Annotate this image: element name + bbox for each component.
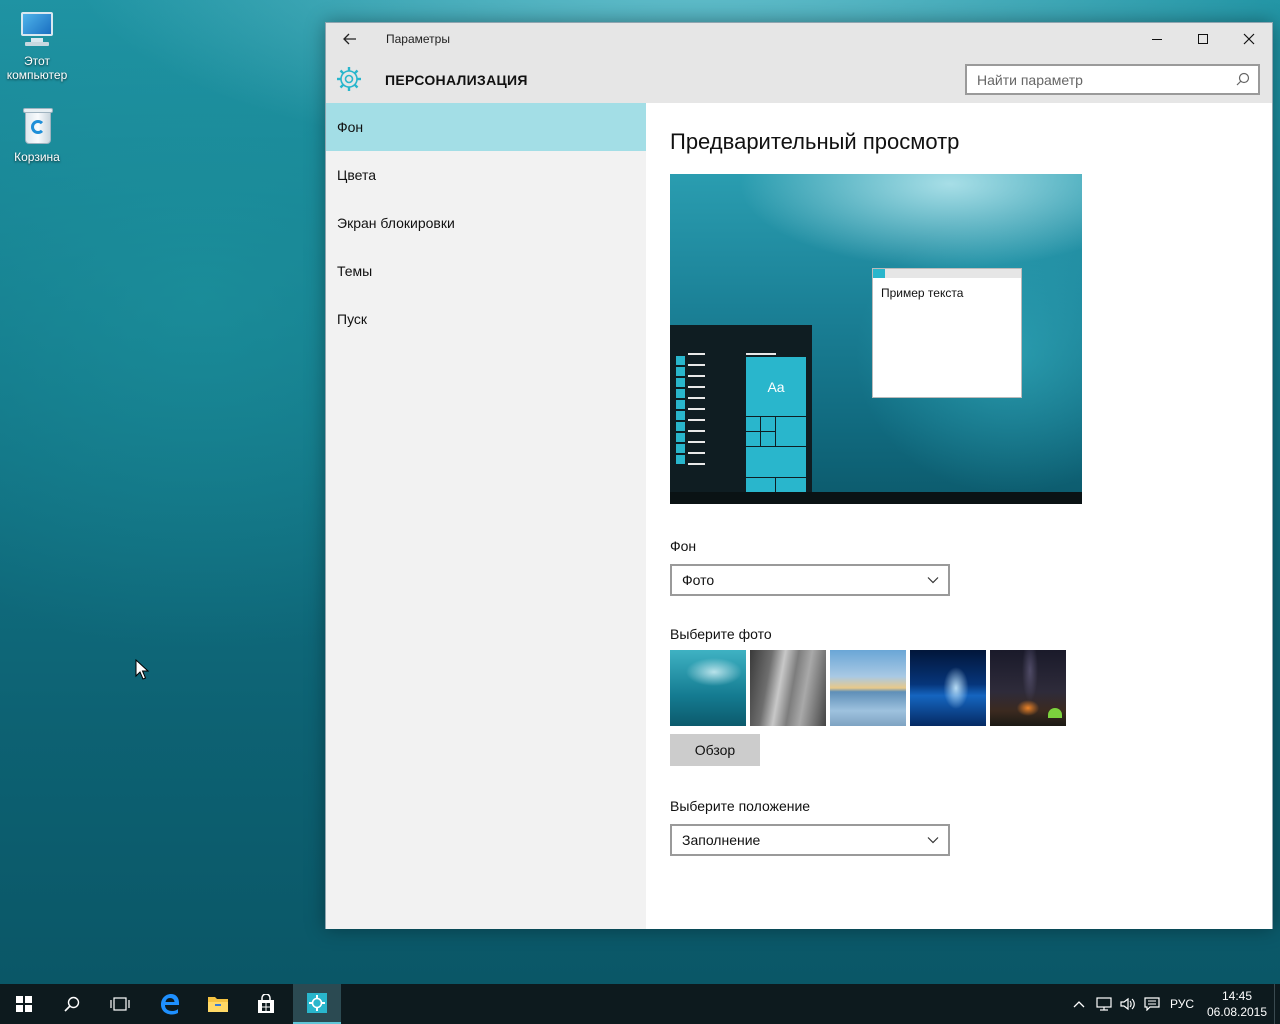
desktop-icon-recycle-bin[interactable]: Корзина <box>0 106 74 164</box>
settings-gear-icon <box>307 993 327 1013</box>
notification-icon <box>1144 997 1160 1011</box>
close-button[interactable] <box>1226 23 1272 55</box>
search-icon <box>64 996 80 1012</box>
chevron-down-icon <box>927 577 939 584</box>
search-icon[interactable] <box>1236 72 1250 86</box>
input-language[interactable]: РУС <box>1165 984 1199 1024</box>
main-content: Предварительный просмотр Aa Пример текст… <box>646 103 1272 929</box>
background-label: Фон <box>670 538 697 554</box>
computer-icon <box>17 10 57 50</box>
preview-tile-text: Aa <box>767 379 785 395</box>
chevron-down-icon <box>927 837 939 844</box>
preview-window: Пример текста <box>872 268 1022 398</box>
photo-thumbnail[interactable] <box>830 650 906 726</box>
choose-photo-label: Выберите фото <box>670 626 772 642</box>
sidebar-item-colors[interactable]: Цвета <box>326 151 646 199</box>
photo-thumbnail[interactable] <box>910 650 986 726</box>
minimize-button[interactable] <box>1134 23 1180 55</box>
edge-icon <box>161 994 179 1015</box>
preview-heading: Предварительный просмотр <box>670 129 960 154</box>
maximize-button[interactable] <box>1180 23 1226 55</box>
windows-logo-icon <box>16 996 32 1012</box>
back-arrow-icon <box>343 33 356 45</box>
start-button[interactable] <box>0 984 48 1024</box>
background-dropdown[interactable]: Фото <box>670 564 950 596</box>
photo-thumbnail[interactable] <box>750 650 826 726</box>
file-explorer-button[interactable] <box>194 984 242 1024</box>
task-view-button[interactable] <box>96 984 144 1024</box>
preview-tiles: Aa <box>746 357 806 492</box>
close-icon <box>1243 33 1255 45</box>
sidebar-item-background[interactable]: Фон <box>326 103 646 151</box>
back-button[interactable] <box>334 23 366 55</box>
network-icon <box>1096 997 1112 1011</box>
search-input[interactable] <box>967 66 1217 93</box>
store-button[interactable] <box>242 984 290 1024</box>
edge-button[interactable] <box>146 984 194 1024</box>
chevron-up-icon <box>1073 1001 1085 1008</box>
clock-time: 14:45 <box>1221 989 1253 1003</box>
action-center-button[interactable] <box>1141 984 1163 1024</box>
store-icon <box>258 994 274 1013</box>
page-title: ПЕРСОНАЛИЗАЦИЯ <box>385 72 528 88</box>
sidebar: Фон Цвета Экран блокировки Темы Пуск <box>326 103 646 929</box>
sidebar-item-themes[interactable]: Темы <box>326 247 646 295</box>
task-view-icon <box>110 997 130 1011</box>
mouse-cursor-icon <box>135 659 149 680</box>
minimize-icon <box>1152 38 1162 40</box>
settings-header: ПЕРСОНАЛИЗАЦИЯ <box>326 55 1272 103</box>
folder-icon <box>208 997 228 1012</box>
search-box <box>965 64 1260 95</box>
preview-taskbar <box>670 492 1082 504</box>
desktop-icon-this-pc[interactable]: Этот компьютер <box>0 10 74 82</box>
title-bar: Параметры <box>326 23 1272 55</box>
position-dropdown[interactable]: Заполнение <box>670 824 950 856</box>
taskbar: РУС 14:45 06.08.2015 <box>0 984 1280 1024</box>
clock-date: 06.08.2015 <box>1206 1005 1268 1019</box>
gear-icon <box>337 67 361 91</box>
clock[interactable]: 14:45 06.08.2015 <box>1205 988 1269 1020</box>
background-preview: Aa Пример текста <box>670 174 1082 504</box>
desktop-icon-label: Этот <box>24 54 50 68</box>
photo-thumbnail[interactable] <box>990 650 1066 726</box>
settings-taskbar-button[interactable] <box>293 984 341 1024</box>
photo-thumbnail[interactable] <box>670 650 746 726</box>
browse-button[interactable]: Обзор <box>670 734 760 766</box>
desktop-icon-label: Корзина <box>14 150 60 164</box>
preview-sample-text: Пример текста <box>881 286 964 300</box>
sidebar-item-start[interactable]: Пуск <box>326 295 646 343</box>
maximize-icon <box>1198 34 1208 44</box>
position-dropdown-value: Заполнение <box>682 832 761 848</box>
network-button[interactable] <box>1093 984 1115 1024</box>
desktop-icon-label: компьютер <box>6 68 68 82</box>
settings-window: Параметры ПЕРСОНАЛИЗАЦИЯ Фон Цвета Экран… <box>325 22 1273 929</box>
volume-button[interactable] <box>1117 984 1139 1024</box>
position-label: Выберите положение <box>670 798 811 814</box>
show-hidden-icons-button[interactable] <box>1068 984 1090 1024</box>
show-desktop-button[interactable] <box>1274 984 1280 1024</box>
sidebar-item-lock-screen[interactable]: Экран блокировки <box>326 199 646 247</box>
recycle-bin-icon <box>17 106 57 146</box>
volume-icon <box>1120 997 1135 1011</box>
search-button[interactable] <box>48 984 96 1024</box>
window-title: Параметры <box>386 32 450 46</box>
background-dropdown-value: Фото <box>682 572 715 588</box>
